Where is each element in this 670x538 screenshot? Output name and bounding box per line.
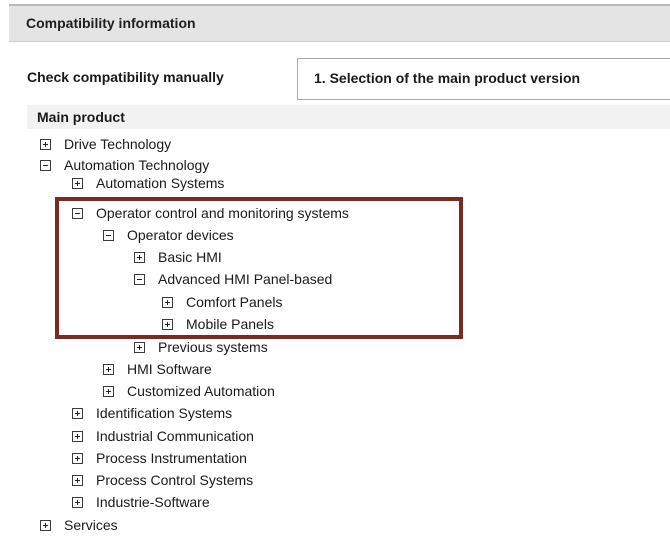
expand-icon[interactable] xyxy=(72,407,83,419)
collapse-icon[interactable] xyxy=(40,159,51,171)
tree-node-label: Industrie-Software xyxy=(96,494,210,510)
header-title: Compatibility information xyxy=(26,15,196,31)
tree-node-previous-systems[interactable]: Previous systems xyxy=(134,337,268,357)
expand-icon[interactable] xyxy=(72,496,83,508)
compatibility-header: Compatibility information xyxy=(9,4,670,42)
expand-icon[interactable] xyxy=(72,452,83,464)
tree-node-label: Operator control and monitoring systems xyxy=(96,205,349,221)
check-compatibility-label: Check compatibility manually xyxy=(27,69,224,85)
tree-node-operator-control[interactable]: Operator control and monitoring systems xyxy=(72,203,349,223)
tree-node-services[interactable]: Services xyxy=(40,515,118,535)
tree-node-mobile-panels[interactable]: Mobile Panels xyxy=(162,314,274,334)
tree-node-basic-hmi[interactable]: Basic HMI xyxy=(134,247,222,267)
expand-icon[interactable] xyxy=(103,363,114,375)
tree-node-label: Operator devices xyxy=(127,227,234,243)
expand-icon[interactable] xyxy=(162,318,173,330)
expand-icon[interactable] xyxy=(40,519,51,531)
tree-node-label: Industrial Communication xyxy=(96,428,254,444)
expand-icon[interactable] xyxy=(72,177,83,189)
tree-node-identification-systems[interactable]: Identification Systems xyxy=(72,403,232,423)
tree-node-label: Automation Systems xyxy=(96,175,225,191)
expand-icon[interactable] xyxy=(40,138,51,150)
tree-node-label: Previous systems xyxy=(158,339,268,355)
expand-icon[interactable] xyxy=(134,341,145,353)
tree-node-operator-devices[interactable]: Operator devices xyxy=(103,225,234,245)
tree-node-process-control-systems[interactable]: Process Control Systems xyxy=(72,470,253,490)
tree-heading: Main product xyxy=(37,109,125,125)
tree-node-label: Process Instrumentation xyxy=(96,450,247,466)
expand-icon[interactable] xyxy=(162,296,173,308)
tree-node-label: Comfort Panels xyxy=(186,294,283,310)
tree-node-industrial-communication[interactable]: Industrial Communication xyxy=(72,426,254,446)
tree-node-advanced-hmi[interactable]: Advanced HMI Panel-based xyxy=(134,269,332,289)
tree-node-label: Identification Systems xyxy=(96,405,233,421)
tree-node-hmi-software[interactable]: HMI Software xyxy=(103,359,212,379)
tree-node-label: Advanced HMI Panel-based xyxy=(158,271,333,287)
tree-node-customized-automation[interactable]: Customized Automation xyxy=(103,381,275,401)
tree-node-comfort-panels[interactable]: Comfort Panels xyxy=(162,292,282,312)
tree-node-label: Mobile Panels xyxy=(186,316,274,332)
tree-node-automation-systems[interactable]: Automation Systems xyxy=(72,175,224,191)
expand-icon[interactable] xyxy=(103,385,114,397)
expand-icon[interactable] xyxy=(72,430,83,442)
tree-node-label: Drive Technology xyxy=(64,136,172,152)
collapse-icon[interactable] xyxy=(134,273,145,285)
tree-node-industrie-software[interactable]: Industrie-Software xyxy=(72,492,210,512)
tree-node-automation-technology[interactable]: Automation Technology xyxy=(40,155,209,175)
tree-node-drive-technology[interactable]: Drive Technology xyxy=(40,134,171,154)
main-product-tree-header: Main product xyxy=(27,105,670,129)
expand-icon[interactable] xyxy=(134,251,145,263)
expand-icon[interactable] xyxy=(72,474,83,486)
tree-node-label: HMI Software xyxy=(127,361,212,377)
tree-node-label: Basic HMI xyxy=(158,249,222,265)
main-product-version-step[interactable]: 1. Selection of the main product version xyxy=(297,58,670,100)
tree-node-label: Automation Technology xyxy=(64,157,210,173)
collapse-icon[interactable] xyxy=(72,207,83,219)
tree-node-label: Process Control Systems xyxy=(96,472,254,488)
tree-node-label: Services xyxy=(64,517,118,533)
collapse-icon[interactable] xyxy=(103,229,114,241)
step-label: 1. Selection of the main product version xyxy=(314,70,581,86)
tree-node-label: Customized Automation xyxy=(127,383,275,399)
tree-node-process-instrumentation[interactable]: Process Instrumentation xyxy=(72,448,247,468)
